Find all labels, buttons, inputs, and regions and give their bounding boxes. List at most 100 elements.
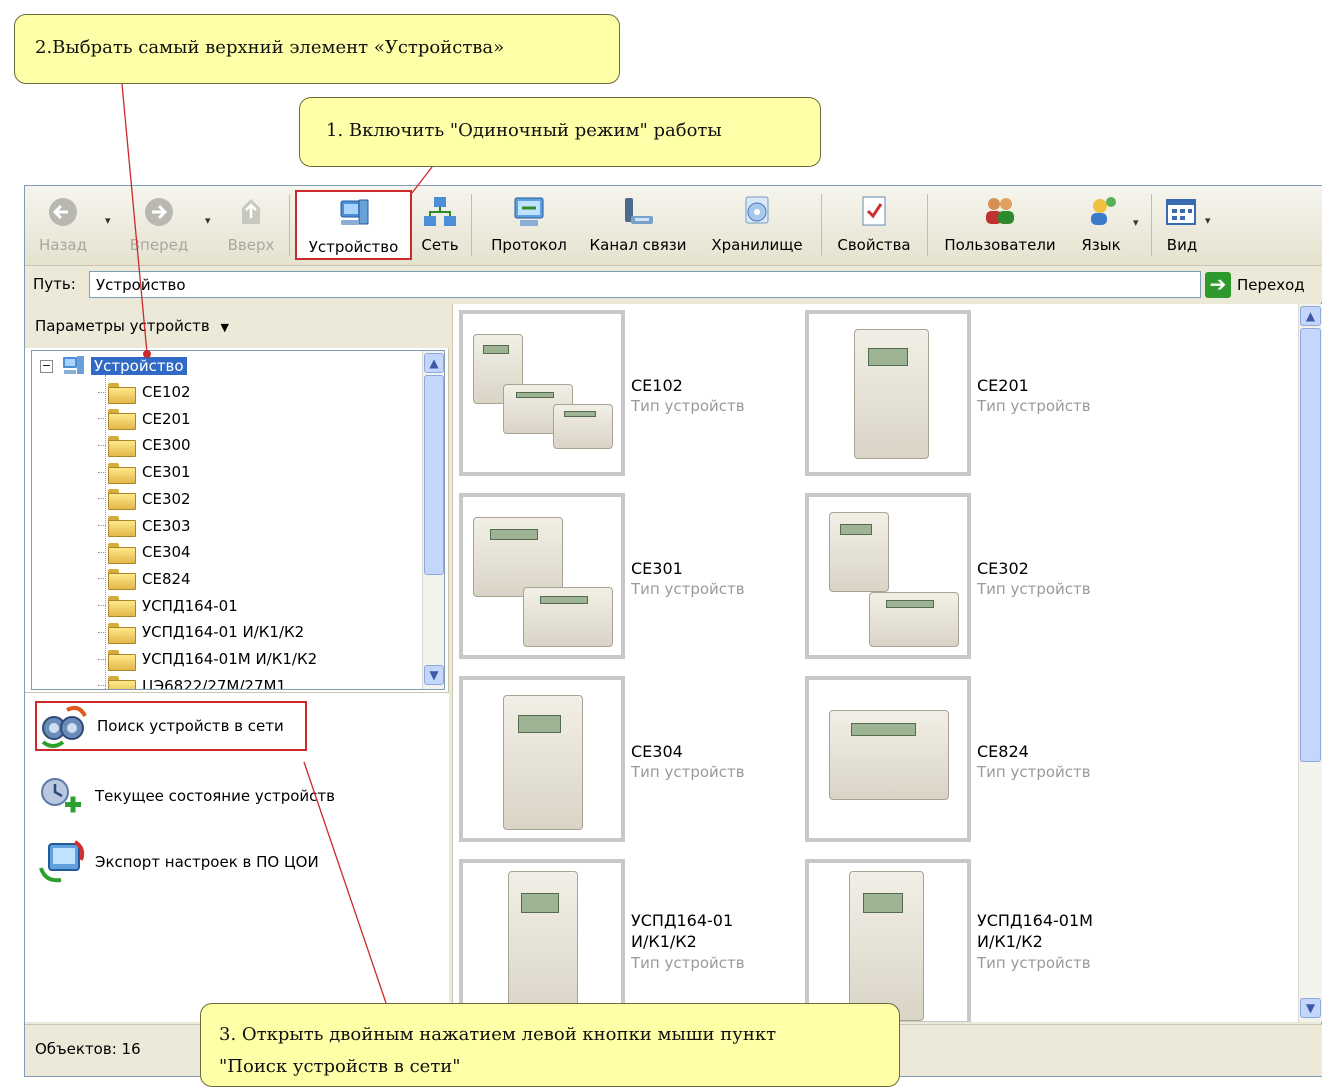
folder-icon <box>108 409 136 431</box>
search-devices-action[interactable]: Поиск устройств в сети <box>35 701 307 751</box>
network-icon <box>424 197 456 226</box>
protocol-label: Протокол <box>491 236 567 254</box>
up-label: Вверх <box>227 236 275 254</box>
device-name-line2: И/К1/К2 <box>977 932 1043 951</box>
tree-item[interactable]: CE300 <box>98 432 191 458</box>
callout-step-1: 1. Включить "Одиночный режим" работы <box>299 97 821 167</box>
device-card[interactable]: CE201 Тип устройств <box>799 304 1139 476</box>
scroll-thumb[interactable] <box>1300 328 1321 762</box>
tree-item[interactable]: CE303 <box>98 513 191 539</box>
forward-label: Вперед <box>129 236 189 254</box>
scroll-down-icon[interactable]: ▼ <box>424 665 444 685</box>
toolbar-separator <box>289 194 290 256</box>
device-type: Тип устройств <box>631 397 745 415</box>
channel-button[interactable]: Канал связи <box>583 190 693 260</box>
language-icon <box>1091 197 1116 225</box>
device-tree: − Устройство CE102 CE201 CE300 CE301 CE302 CE… <box>31 350 445 690</box>
meter-image <box>473 517 563 597</box>
device-mode-button[interactable]: Устройство <box>295 190 412 260</box>
forward-button[interactable]: Вперед <box>119 190 199 260</box>
collapse-icon[interactable]: − <box>40 359 53 373</box>
language-label: Язык <box>1081 236 1121 254</box>
tree-item[interactable]: УСПД164-01М И/К1/К2 <box>98 646 317 672</box>
current-state-label: Текущее состояние устройств <box>95 787 335 805</box>
tree-item-label: CE201 <box>142 409 191 428</box>
tree-item[interactable]: CE304 <box>98 539 191 565</box>
export-settings-action[interactable]: Экспорт настроек в ПО ЦОИ <box>35 837 319 887</box>
scroll-thumb[interactable] <box>424 375 444 575</box>
forward-dropdown-icon[interactable]: ▾ <box>205 214 211 227</box>
tree-branch-line <box>98 578 106 580</box>
tree-item[interactable]: CE824 <box>98 566 191 592</box>
device-card[interactable]: CE102 Тип устройств <box>453 304 793 476</box>
tree-item-label: УСПД164-01М И/К1/К2 <box>142 650 318 668</box>
go-label: Переход <box>1237 275 1305 294</box>
device-card[interactable]: CE304 Тип устройств <box>453 670 793 842</box>
tree-item[interactable]: УСПД164-01 <box>98 593 238 619</box>
folder-icon <box>108 435 136 457</box>
device-thumbnail <box>805 493 971 659</box>
channel-icon <box>625 198 653 224</box>
device-card[interactable]: CE302 Тип устройств <box>799 487 1139 659</box>
go-button[interactable]: ➔ Переход <box>1205 271 1305 298</box>
toolbar-separator <box>471 194 472 256</box>
device-card[interactable]: CE301 Тип устройств <box>453 487 793 659</box>
tree-item[interactable]: ЦЭ6822/27М/27М1 <box>98 673 286 689</box>
path-label: Путь: <box>33 275 76 293</box>
scroll-down-icon[interactable]: ▼ <box>1300 998 1321 1018</box>
device-type: Тип устройств <box>977 580 1091 598</box>
tree-root[interactable]: − Устройство <box>40 353 187 379</box>
device-thumbnail <box>459 676 625 842</box>
tree-branch-line <box>98 605 106 607</box>
tree-item-label: CE304 <box>142 543 191 562</box>
up-button[interactable]: Вверх <box>221 190 281 260</box>
device-type: Тип устройств <box>631 954 745 972</box>
device-type: Тип устройств <box>977 954 1091 972</box>
folder-icon <box>108 676 136 689</box>
device-params-dropdown[interactable]: Параметры устройств ▼ <box>25 304 449 348</box>
tree-item[interactable]: CE102 <box>98 379 191 405</box>
back-button[interactable]: Назад <box>33 190 93 260</box>
users-button[interactable]: Пользователи <box>937 190 1063 260</box>
language-button[interactable]: Язык <box>1073 190 1129 260</box>
folder-icon <box>108 516 136 537</box>
path-input[interactable]: Устройство <box>89 271 1201 298</box>
tree-branch-line <box>98 658 106 660</box>
meter-display <box>868 347 909 366</box>
properties-button[interactable]: Свойства <box>831 190 917 260</box>
tree-item[interactable]: УСПД164-01 И/К1/К2 <box>98 619 304 645</box>
meter-image <box>553 404 613 449</box>
device-thumbnail <box>459 859 625 1022</box>
device-card[interactable]: CE824 Тип устройств <box>799 670 1139 842</box>
network-button[interactable]: Сеть <box>415 190 465 260</box>
folder-icon <box>108 542 136 564</box>
protocol-button[interactable]: Протокол <box>483 190 575 260</box>
list-scrollbar[interactable]: ▲ ▼ <box>1298 304 1322 1022</box>
tree-item[interactable]: CE302 <box>98 486 191 512</box>
scroll-up-icon[interactable]: ▲ <box>1300 306 1321 326</box>
current-state-action[interactable]: Текущее состояние устройств <box>35 771 335 821</box>
tree-item[interactable]: CE201 <box>98 406 191 432</box>
tree-scrollbar[interactable]: ▲ ▼ <box>422 351 444 689</box>
storage-button[interactable]: Хранилище <box>703 190 811 260</box>
view-dropdown-icon[interactable]: ▾ <box>1205 214 1211 227</box>
tree-item-label: CE300 <box>142 436 191 455</box>
meter-display <box>885 600 935 608</box>
meter-display <box>840 523 873 535</box>
meter-image <box>854 329 929 459</box>
tree-branch-line <box>98 551 106 553</box>
status-icon <box>41 778 81 813</box>
up-folder-icon <box>242 199 260 224</box>
tree-item[interactable]: CE301 <box>98 459 191 485</box>
tree-branch-line <box>98 631 106 633</box>
scroll-up-icon[interactable]: ▲ <box>424 353 444 373</box>
language-dropdown-icon[interactable]: ▾ <box>1133 216 1139 229</box>
view-button[interactable]: Вид <box>1161 190 1203 260</box>
back-dropdown-icon[interactable]: ▾ <box>105 214 111 227</box>
device-card[interactable]: УСПД164-01М И/К1/К2 Тип устройств <box>799 853 1139 1022</box>
folder-icon <box>108 569 136 591</box>
toolbar-separator <box>1151 194 1152 256</box>
device-card[interactable]: УСПД164-01 И/К1/К2 Тип устройств <box>453 853 793 1022</box>
callout-step-3-line2: "Поиск устройств в сети" <box>219 1056 461 1077</box>
callout-step-2-text: 2.Выбрать самый верхний элемент «Устройс… <box>35 37 505 58</box>
